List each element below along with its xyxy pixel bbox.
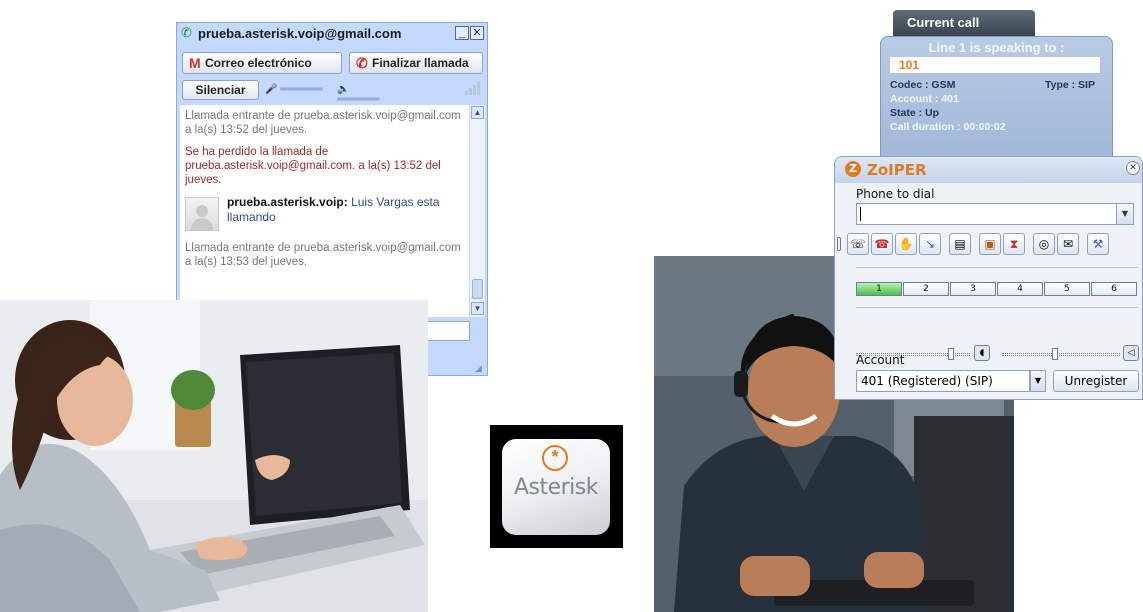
speaker-slider[interactable] — [1002, 347, 1120, 361]
transfer-icon[interactable]: ↘ — [919, 233, 941, 255]
zoiper-brand: ZoIPER — [867, 161, 927, 179]
line-button-2[interactable]: 2 — [903, 282, 949, 296]
missed-call-message: Se ha perdido la llamada de prueba.aster… — [185, 146, 441, 186]
email-button[interactable]: M Correo electrónico — [182, 52, 342, 74]
line-selector: 1 2 3 4 5 6 — [856, 282, 1138, 296]
line-button-6[interactable]: 6 — [1091, 282, 1137, 296]
type-value: Type : SIP — [1045, 79, 1095, 91]
resize-grip-icon[interactable]: ◢ — [475, 363, 485, 373]
speaker-volume-slider[interactable]: 🔈 ══════ — [337, 85, 387, 105]
asterisk-wordmark: Asterisk — [513, 475, 599, 500]
incoming-call-message: Llamada entrante de prueba.asterisk.voip… — [185, 110, 461, 136]
call-duration-value: Call duration : 00:00:02 — [890, 121, 1006, 133]
chevron-down-icon[interactable]: ▼ — [1116, 204, 1133, 224]
chat-transcript: Llamada entrante de prueba.asterisk.voip… — [180, 105, 485, 317]
codec-value: Codec : GSM — [890, 79, 956, 91]
tab-current-call[interactable]: Current call — [893, 10, 1035, 36]
notes-icon[interactable]: ▤ — [949, 233, 971, 255]
conference-icon[interactable]: ◎ — [1033, 233, 1055, 255]
speaker-slider-knob[interactable] — [1052, 348, 1058, 360]
panel-toggle-handle[interactable] — [837, 237, 841, 251]
line-button-4[interactable]: 4 — [997, 282, 1043, 296]
phone-number-input[interactable]: ▼ — [856, 203, 1134, 225]
line-button-3[interactable]: 3 — [950, 282, 996, 296]
account-select[interactable]: 401 (Registered) (SIP) — [856, 370, 1030, 392]
current-call-panel: Line 1 is speaking to : 101 Codec : GSM … — [880, 36, 1113, 166]
asterisk-mark-icon: * — [542, 445, 568, 471]
contacts-icon[interactable]: ▣ — [979, 233, 1001, 255]
line-button-5[interactable]: 5 — [1044, 282, 1090, 296]
chat-scrollbar[interactable]: ▲ ▼ — [469, 105, 485, 317]
scroll-up-icon[interactable]: ▲ — [471, 106, 484, 119]
speaker-icon[interactable]: ◁ — [1123, 345, 1139, 361]
hold-icon[interactable]: ✋ — [895, 233, 917, 255]
phone-icon: ✆ — [181, 25, 192, 40]
dial-icon[interactable]: ☏ — [847, 233, 869, 255]
scroll-down-icon[interactable]: ▼ — [471, 302, 484, 315]
chat-title: prueba.asterisk.voip@gmail.com — [198, 26, 402, 41]
account-value: Account : 401 — [890, 93, 959, 105]
zoiper-titlebar[interactable]: Z ZoIPER ✕ — [835, 157, 1142, 183]
hangup-icon[interactable]: ☎ — [871, 233, 893, 255]
unregister-button[interactable]: Unregister — [1053, 370, 1139, 392]
incoming-call-message: Llamada entrante de prueba.asterisk.voip… — [185, 242, 461, 268]
hangup-phone-icon: ✆ — [356, 55, 368, 71]
line-status-heading: Line 1 is speaking to : — [928, 40, 1065, 55]
microphone-volume-slider[interactable]: 🎤 ══════ — [265, 85, 333, 95]
hangup-button-label: Finalizar llamada — [372, 56, 469, 70]
hangup-button[interactable]: ✆ Finalizar llamada — [349, 52, 483, 74]
history-icon[interactable]: ⧗ — [1003, 233, 1025, 255]
microphone-icon[interactable]: ◖ — [974, 345, 990, 361]
account-label: Account — [856, 353, 905, 367]
remote-number: 101 — [890, 57, 1100, 73]
volume-slider-knob[interactable] — [948, 348, 954, 360]
woman-with-laptop-photo — [0, 300, 428, 612]
signal-icon — [465, 81, 481, 95]
caller-entry: prueba.asterisk.voip: Luis Vargas esta l… — [185, 195, 463, 233]
avatar — [185, 197, 219, 231]
chat-titlebar[interactable]: ✆ prueba.asterisk.voip@gmail.com _ ✕ — [177, 23, 487, 45]
settings-icon[interactable]: ⚒ — [1087, 233, 1109, 255]
email-button-label: Correo electrónico — [205, 56, 312, 70]
gmail-icon: M — [189, 55, 201, 71]
zoiper-softphone-window: Z ZoIPER ✕ Phone to dial ▼ ☏ ☎ ✋ ↘ ▤ ▣ ⧗… — [834, 156, 1143, 400]
state-value: State : Up — [890, 107, 940, 119]
close-button[interactable]: ✕ — [470, 26, 484, 40]
line-button-1[interactable]: 1 — [856, 282, 902, 296]
chevron-down-icon[interactable]: ▼ — [1030, 370, 1046, 392]
phone-to-dial-label: Phone to dial — [856, 187, 935, 201]
caller-name: prueba.asterisk.voip: — [227, 195, 348, 209]
mute-button[interactable]: Silenciar — [182, 80, 259, 100]
close-icon[interactable]: ✕ — [1126, 161, 1140, 175]
message-icon[interactable]: ✉ — [1057, 233, 1079, 255]
minimize-button[interactable]: _ — [455, 26, 469, 40]
scrollbar-thumb[interactable] — [472, 279, 483, 299]
zoiper-logo-icon: Z — [845, 161, 861, 177]
asterisk-logo: * Asterisk — [490, 425, 623, 548]
